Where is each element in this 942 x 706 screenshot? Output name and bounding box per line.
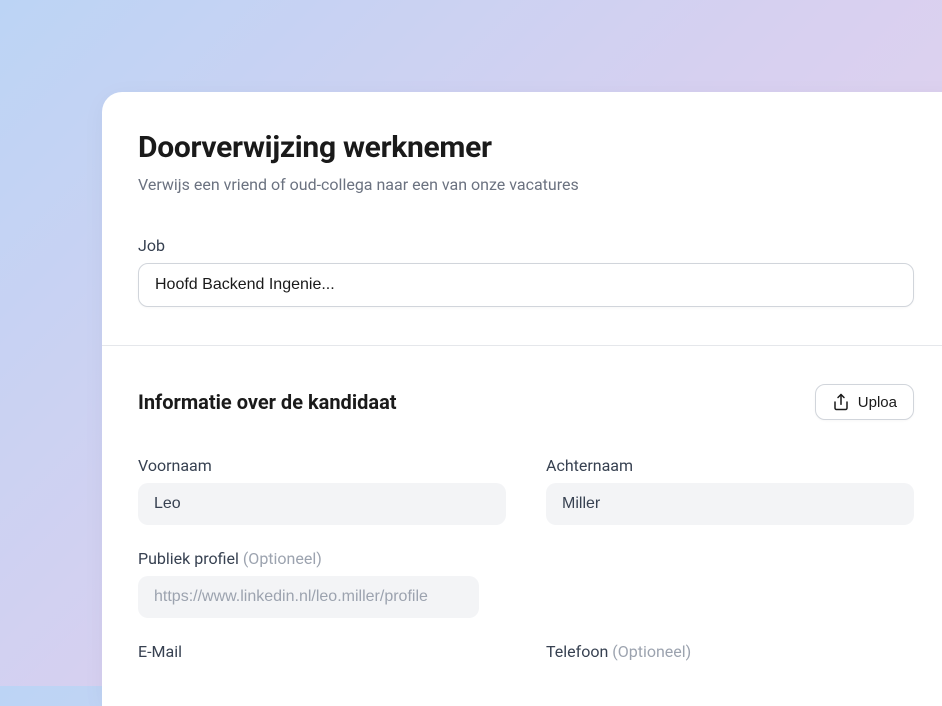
page-subtitle: Verwijs een vriend of oud-collega naar e…	[138, 175, 914, 194]
email-label: E-Mail	[138, 642, 506, 661]
upload-button[interactable]: Uploa	[815, 384, 914, 420]
email-col: E-Mail	[138, 642, 506, 669]
job-select-wrapper: Hoofd Backend Ingenie...	[138, 263, 914, 307]
phone-label: Telefoon (Optioneel)	[546, 642, 914, 661]
first-name-label: Voornaam	[138, 456, 506, 475]
first-name-col: Voornaam	[138, 456, 506, 525]
upload-icon	[832, 393, 850, 411]
profile-input[interactable]	[138, 576, 479, 618]
last-name-label: Achternaam	[546, 456, 914, 475]
job-select[interactable]: Hoofd Backend Ingenie...	[138, 263, 914, 307]
referral-card: Doorverwijzing werknemer Verwijs een vri…	[102, 92, 942, 706]
profile-optional: (Optioneel)	[243, 549, 322, 568]
profile-label: Publiek profiel (Optioneel)	[138, 549, 914, 568]
last-name-input[interactable]	[546, 483, 914, 525]
upload-button-label: Uploa	[858, 394, 897, 411]
profile-row: Publiek profiel (Optioneel)	[138, 549, 914, 618]
first-name-input[interactable]	[138, 483, 506, 525]
contact-row: E-Mail Telefoon (Optioneel)	[138, 642, 914, 669]
divider	[102, 345, 942, 346]
page-title: Doorverwijzing werknemer	[138, 130, 914, 165]
candidate-section-header: Informatie over de kandidaat Uploa	[138, 384, 914, 420]
job-label: Job	[138, 236, 914, 255]
name-row: Voornaam Achternaam	[138, 456, 914, 525]
phone-optional: (Optioneel)	[612, 642, 691, 661]
candidate-section-title: Informatie over de kandidaat	[138, 390, 397, 414]
phone-col: Telefoon (Optioneel)	[546, 642, 914, 669]
last-name-col: Achternaam	[546, 456, 914, 525]
